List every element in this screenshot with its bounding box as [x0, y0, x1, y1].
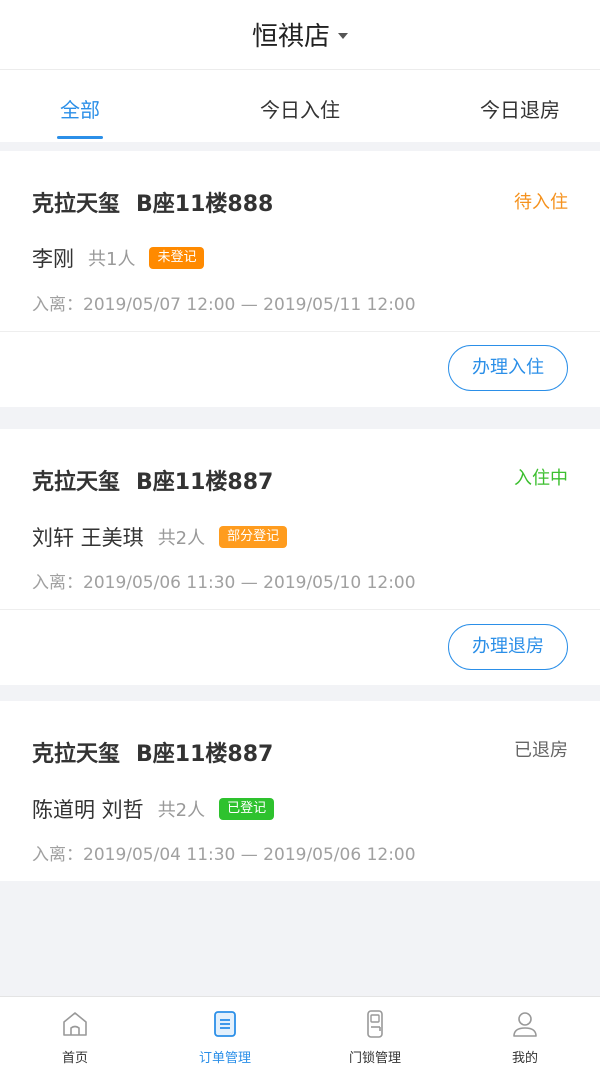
guest-names: 刘轩 王美琪 [32, 526, 144, 550]
guest-names: 李刚 [32, 247, 74, 271]
order-status: 待入住 [514, 192, 568, 213]
order-room-title: 克拉天玺 B座11楼887 [32, 464, 273, 496]
store-selector[interactable]: 恒祺店 [252, 16, 348, 53]
nav-door-lock[interactable]: 门锁管理 [300, 997, 450, 1067]
user-icon [513, 1012, 537, 1037]
stay-dates: 入离：2019/05/07 12:00 — 2019/05/11 12:00 [32, 290, 416, 315]
guest-row: 刘轩 王美琪 共2人 部分登记 [32, 522, 288, 552]
door-lock-icon [367, 1010, 383, 1038]
order-card[interactable]: 克拉天玺 B座11楼887 已退房 陈道明 刘哲 共2人 已登记 入离：2019/… [0, 701, 600, 881]
active-tab-indicator [57, 136, 103, 139]
home-icon [63, 1012, 87, 1036]
header: 恒祺店 [0, 0, 600, 70]
nav-profile-label: 我的 [511, 1051, 538, 1066]
caret-down-icon [338, 32, 348, 39]
room-number: B座11楼887 [136, 470, 274, 495]
hotel-name: 克拉天玺 [32, 742, 121, 767]
nav-door-lock-label: 门锁管理 [348, 1051, 401, 1066]
tab-all[interactable]: 全部 [0, 70, 160, 142]
stay-dates-label: 入离： [32, 573, 83, 593]
check-in-button[interactable]: 办理入住 [448, 345, 568, 391]
registration-badge: 未登记 [149, 247, 205, 269]
order-card[interactable]: 克拉天玺 B座11楼888 待入住 李刚 共1人 未登记 入离：2019/05/0… [0, 151, 600, 407]
stay-dates-range: 2019/05/04 11:30 — 2019/05/06 12:00 [83, 845, 416, 865]
order-status: 入住中 [514, 468, 568, 489]
order-status: 已退房 [514, 740, 568, 761]
hotel-name: 克拉天玺 [32, 192, 121, 217]
stay-dates-label: 入离： [32, 295, 83, 315]
order-card[interactable]: 克拉天玺 B座11楼887 入住中 刘轩 王美琪 共2人 部分登记 入离：2019… [0, 429, 600, 685]
room-number: B座11楼887 [136, 742, 274, 767]
registration-badge: 部分登记 [219, 526, 288, 548]
registration-badge: 已登记 [219, 798, 275, 820]
order-tabs: 全部 今日入住 今日退房 [0, 70, 600, 142]
stay-dates-range: 2019/05/06 11:30 — 2019/05/10 12:00 [83, 573, 416, 593]
order-room-title: 克拉天玺 B座11楼887 [32, 736, 273, 768]
tab-today-checkout[interactable]: 今日退房 [440, 70, 600, 142]
tab-today-checkin[interactable]: 今日入住 [160, 70, 440, 142]
guest-row: 陈道明 刘哲 共2人 已登记 [32, 794, 275, 824]
guest-count: 共1人 [88, 249, 136, 270]
guest-count: 共2人 [157, 528, 206, 549]
stay-dates-range: 2019/05/07 12:00 — 2019/05/11 12:00 [83, 295, 416, 315]
order-icon [214, 1011, 236, 1037]
check-out-button[interactable]: 办理退房 [448, 624, 568, 670]
stay-dates: 入离：2019/05/04 11:30 — 2019/05/06 12:00 [32, 840, 416, 865]
bottom-nav: 首页 订单管理 门锁管理 我的 [0, 996, 600, 1067]
stay-dates-label: 入离： [32, 845, 83, 865]
order-room-title: 克拉天玺 B座11楼888 [32, 186, 273, 218]
nav-orders[interactable]: 订单管理 [150, 997, 300, 1067]
store-title: 恒祺店 [251, 22, 330, 52]
nav-home-label: 首页 [61, 1051, 88, 1066]
divider [0, 609, 600, 610]
guest-count: 共2人 [157, 800, 206, 821]
nav-profile[interactable]: 我的 [450, 997, 600, 1067]
stay-dates: 入离：2019/05/06 11:30 — 2019/05/10 12:00 [32, 568, 416, 593]
guest-names: 陈道明 刘哲 [32, 798, 144, 822]
room-number: B座11楼888 [136, 192, 274, 217]
divider [0, 331, 600, 332]
guest-row: 李刚 共1人 未登记 [32, 243, 205, 273]
nav-orders-label: 订单管理 [198, 1051, 251, 1066]
nav-home[interactable]: 首页 [0, 997, 150, 1067]
hotel-name: 克拉天玺 [32, 470, 121, 495]
